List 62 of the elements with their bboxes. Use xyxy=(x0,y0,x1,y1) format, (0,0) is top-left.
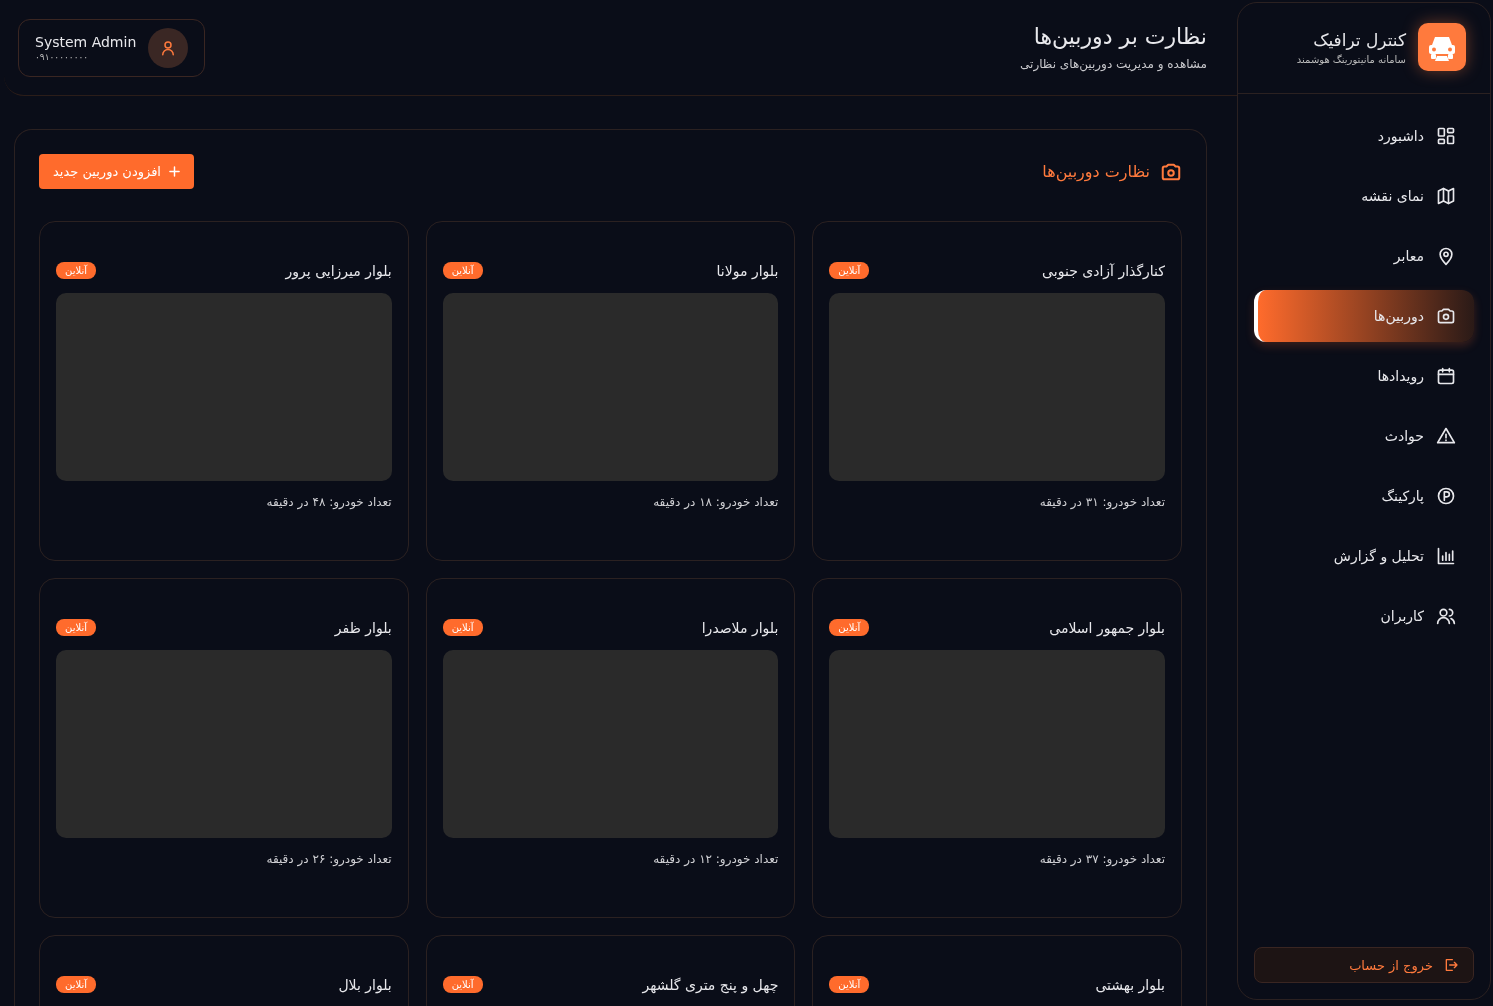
nav-item[interactable]: کاربران xyxy=(1254,590,1474,642)
car-icon xyxy=(1418,23,1466,71)
status-badge: آنلاین xyxy=(442,976,483,993)
user-phone: ۰۹۱۰۰۰۰۰۰۰۰ xyxy=(35,51,89,62)
camera-name: چهل و پنج متری گلشهر xyxy=(642,976,779,993)
camera-card[interactable]: بلوار جمهور اسلامی آنلاین تعداد خودرو: ۳۷ در دقیقه xyxy=(812,578,1182,918)
parking-icon xyxy=(1436,486,1456,506)
status-badge: آنلاین xyxy=(442,262,483,279)
vehicle-count: تعداد خودرو: ۲۶ در دقیقه xyxy=(265,852,392,866)
nav-item[interactable]: داشبورد xyxy=(1254,110,1474,162)
vehicle-count: تعداد خودرو: ۴۸ در دقیقه xyxy=(265,495,392,509)
camera-name: بلوار بهشتی xyxy=(1095,976,1165,993)
warning-icon xyxy=(1436,426,1456,446)
camera-name: کنارگذار آزادی جنوبی xyxy=(1042,262,1165,279)
camera-card[interactable]: بلوار مولانا آنلاین تعداد خودرو: ۱۸ در دقیقه xyxy=(425,221,796,561)
camera-card[interactable]: چهل و پنج متری گلشهر آنلاین xyxy=(425,935,796,1006)
dashboard-icon xyxy=(1436,126,1456,146)
status-badge: آنلاین xyxy=(56,619,96,636)
camera-name: بلوار میرزایی پرور xyxy=(285,262,392,279)
bar-chart-icon xyxy=(1436,546,1456,566)
camera-name: بلوار مولانا xyxy=(716,262,779,279)
nav-item[interactable]: نمای نقشه xyxy=(1254,170,1474,222)
nav-item[interactable]: رویدادها xyxy=(1254,350,1474,402)
plus-icon xyxy=(168,166,180,177)
app-subtitle: سامانه مانیتورینگ هوشمند xyxy=(1296,53,1406,65)
page-subtitle: مشاهده و مدیریت دوربین‌های نظارتی xyxy=(1020,57,1207,71)
camera-card[interactable]: بلوار بلال آنلاین xyxy=(39,935,409,1006)
nav-item[interactable]: دوربین‌ها xyxy=(1254,290,1474,342)
camera-name: بلوار جمهور اسلامی xyxy=(1049,619,1165,636)
logout-icon xyxy=(1443,957,1459,973)
nav-item[interactable]: پارکینگ xyxy=(1254,470,1474,522)
section-title: نظارت دوربین‌ها xyxy=(1042,162,1150,181)
status-badge: آنلاین xyxy=(442,619,483,636)
camera-card[interactable]: بلوار ظفر آنلاین تعداد خودرو: ۲۶ در دقیقه xyxy=(39,578,409,918)
camera-icon xyxy=(1436,306,1456,326)
user-name: System Admin xyxy=(35,33,137,50)
camera-name: بلوار بلال xyxy=(338,976,392,993)
status-badge: آنلاین xyxy=(56,976,96,993)
location-pin-icon xyxy=(1436,246,1456,266)
nav-item[interactable]: حوادث xyxy=(1254,410,1474,462)
vehicle-count: تعداد خودرو: ۳۷ در دقیقه xyxy=(1038,852,1165,866)
camera-name: بلوار ظفر xyxy=(334,619,392,636)
status-badge: آنلاین xyxy=(829,262,870,279)
camera-card[interactable]: بلوار میرزایی پرور آنلاین تعداد خودرو: ۴۸ در دقیقه xyxy=(39,221,409,561)
nav-item[interactable]: تحلیل و گزارش xyxy=(1254,530,1474,582)
status-badge: آنلاین xyxy=(56,262,96,279)
vehicle-count: تعداد خودرو: ۱۲ در دقیقه xyxy=(652,852,779,866)
camera-card[interactable]: بلوار ملاصدرا آنلاین تعداد خودرو: ۱۲ در دقیقه xyxy=(425,578,796,918)
page-title: نظارت بر دوربین‌ها xyxy=(1032,24,1207,49)
map-icon xyxy=(1436,186,1456,206)
vehicle-count: تعداد خودرو: ۳۱ در دقیقه xyxy=(1038,495,1165,509)
app-title: کنترل ترافیک xyxy=(1312,29,1406,50)
camera-card[interactable]: بلوار بهشتی آنلاین xyxy=(812,935,1182,1006)
camera-name: بلوار ملاصدرا xyxy=(701,619,779,636)
vehicle-count: تعداد خودرو: ۱۸ در دقیقه xyxy=(652,495,779,509)
nav-item[interactable]: معابر xyxy=(1254,230,1474,282)
calendar-icon xyxy=(1436,366,1456,386)
logout-button[interactable]: خروج از حساب xyxy=(1254,947,1474,983)
status-badge: آنلاین xyxy=(829,976,870,993)
users-icon xyxy=(1436,606,1456,626)
camera-card[interactable]: کنارگذار آزادی جنوبی آنلاین تعداد خودرو: ۳۱ در دقیقه xyxy=(812,221,1182,561)
status-badge: آنلاین xyxy=(829,619,870,636)
